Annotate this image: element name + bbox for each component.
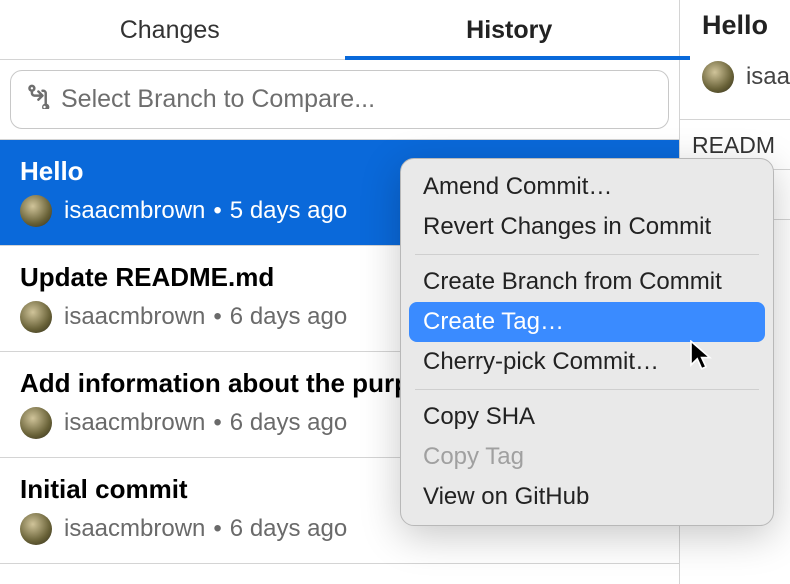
avatar xyxy=(20,513,52,545)
menu-view-on-github[interactable]: View on GitHub xyxy=(409,477,765,517)
avatar xyxy=(20,195,52,227)
commit-author: isaacmbrown xyxy=(64,303,205,331)
dot-separator: • xyxy=(213,515,221,543)
menu-cherry-pick[interactable]: Cherry-pick Commit… xyxy=(409,342,765,382)
commit-detail-author-name: isaa xyxy=(746,63,790,91)
tabs: Changes History xyxy=(0,0,679,60)
commit-author: isaacmbrown xyxy=(64,515,205,543)
tab-changes[interactable]: Changes xyxy=(0,0,339,59)
menu-revert-changes[interactable]: Revert Changes in Commit xyxy=(409,207,765,247)
menu-amend-commit[interactable]: Amend Commit… xyxy=(409,167,765,207)
commit-context-menu: Amend Commit… Revert Changes in Commit C… xyxy=(400,158,774,526)
menu-create-branch[interactable]: Create Branch from Commit xyxy=(409,262,765,302)
menu-copy-sha[interactable]: Copy SHA xyxy=(409,397,765,437)
tab-history[interactable]: History xyxy=(339,0,678,59)
avatar xyxy=(20,407,52,439)
menu-separator xyxy=(415,389,759,390)
avatar xyxy=(20,301,52,333)
commit-time: 6 days ago xyxy=(230,409,347,437)
commit-time: 6 days ago xyxy=(230,303,347,331)
branch-compare-input[interactable]: Select Branch to Compare... xyxy=(10,70,669,129)
menu-create-tag[interactable]: Create Tag… xyxy=(409,302,765,342)
commit-time: 6 days ago xyxy=(230,515,347,543)
git-compare-icon xyxy=(25,83,51,116)
tab-indicator xyxy=(345,56,690,60)
dot-separator: • xyxy=(213,409,221,437)
commit-detail-author: isaa xyxy=(702,61,790,93)
menu-copy-tag: Copy Tag xyxy=(409,437,765,477)
menu-separator xyxy=(415,254,759,255)
commit-author: isaacmbrown xyxy=(64,409,205,437)
dot-separator: • xyxy=(213,303,221,331)
dot-separator: • xyxy=(213,197,221,225)
commit-author: isaacmbrown xyxy=(64,197,205,225)
branch-compare-placeholder: Select Branch to Compare... xyxy=(61,85,375,114)
commit-detail-title: Hello xyxy=(702,10,790,41)
avatar xyxy=(702,61,734,93)
commit-time: 5 days ago xyxy=(230,197,347,225)
